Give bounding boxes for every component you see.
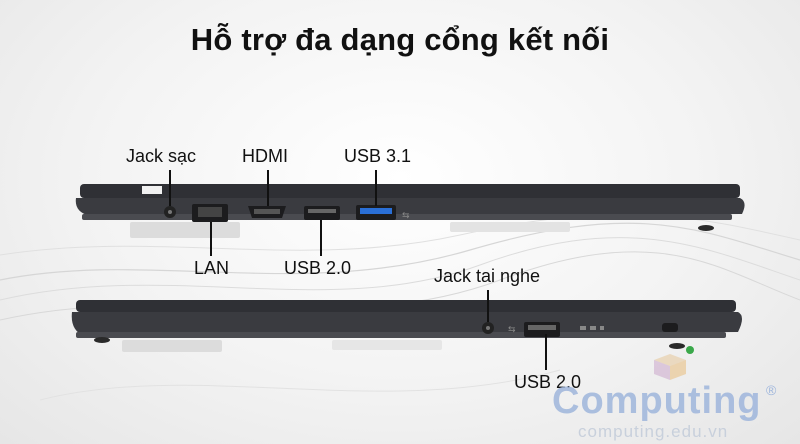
usb2-port-icon xyxy=(304,206,340,220)
laptop-left-side: ⇆ xyxy=(75,184,745,238)
audio-jack-leader-line xyxy=(487,290,489,322)
usb31-port-label: USB 3.1 xyxy=(344,146,412,166)
hdmi-leader-line xyxy=(267,170,269,206)
logo-url: computing.edu.vn xyxy=(578,422,729,441)
usb20-top-leader-line xyxy=(320,220,322,256)
usb31-leader-line xyxy=(375,170,377,206)
computing-logo: Computing ® computing.edu.vn xyxy=(552,352,800,444)
charging-port-label: Jack sạc xyxy=(126,146,197,166)
logo-registered: ® xyxy=(766,382,777,398)
hdmi-port-icon xyxy=(248,206,286,218)
page-title: Hỗ trợ đa dạng cổng kết nối xyxy=(190,22,610,57)
usb20-top-port-label: USB 2.0 xyxy=(284,258,352,278)
usb20-bottom-leader-line xyxy=(545,334,547,370)
usb2-right-port-icon xyxy=(524,322,560,337)
status-led-icons xyxy=(580,326,604,330)
cube-logo-icon xyxy=(654,354,686,380)
audio-jack-label: Jack tai nghe xyxy=(434,266,541,286)
lan-leader-line xyxy=(210,222,212,256)
lan-port-icon xyxy=(192,204,228,222)
audio-jack-icon xyxy=(482,322,494,334)
charging-port-icon xyxy=(164,206,176,218)
charging-leader-line xyxy=(169,170,171,206)
svg-text:⇆: ⇆ xyxy=(402,211,410,221)
logo-brand: Computing xyxy=(552,380,762,422)
lan-port-label: LAN xyxy=(194,258,230,278)
hdmi-port-label: HDMI xyxy=(242,146,288,166)
svg-text:⇆: ⇆ xyxy=(508,325,516,335)
kensington-lock-icon xyxy=(662,323,678,332)
usb31-port-icon xyxy=(356,205,396,220)
